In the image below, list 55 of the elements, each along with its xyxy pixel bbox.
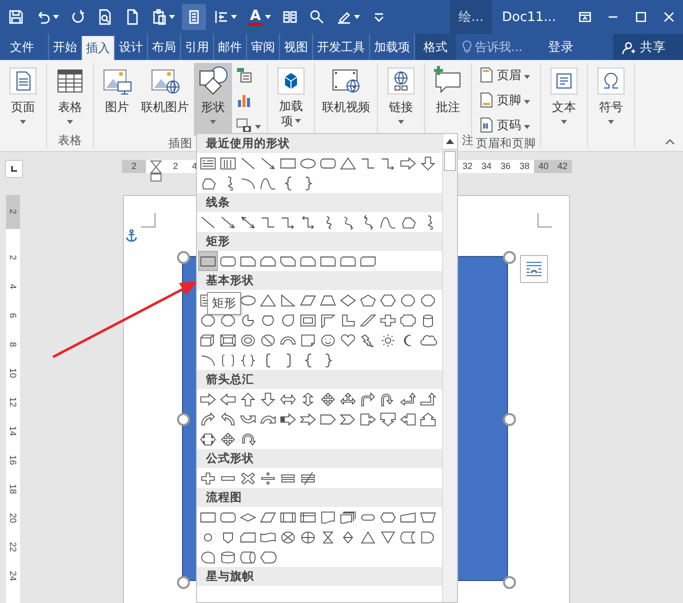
ruler-number: 22 — [7, 541, 19, 554]
ruler-number: 34 — [480, 160, 492, 173]
group-label: 插图 — [168, 136, 192, 151]
ruler-number: 2 — [172, 160, 179, 173]
ruler-number: 38 — [518, 160, 530, 173]
gallery-section-header: 星与旗帜 — [197, 567, 442, 586]
comment-button[interactable]: 批注 — [429, 63, 467, 133]
gallery-section-header: 箭头总汇 — [197, 370, 442, 389]
ruler-number: 32 — [461, 160, 474, 173]
share-button[interactable]: 共享 — [613, 34, 683, 60]
page-number-button[interactable]: 页码 — [476, 114, 532, 136]
text-box-button[interactable]: 文本 — [545, 63, 583, 148]
gallery-section-header: 最近使用的形状 — [197, 134, 442, 153]
ruler-number: 12 — [7, 396, 19, 410]
group-label: 表格 — [58, 133, 82, 148]
ruler-number: 2 — [122, 160, 146, 173]
ruler-number: 36 — [499, 160, 512, 173]
ruler-number: 20 — [7, 512, 19, 526]
ruler-number: 6 — [7, 312, 19, 320]
ruler-number: 18 — [7, 483, 19, 496]
ruler-number: 14 — [7, 425, 19, 438]
ruler-number: 2 — [7, 254, 19, 262]
ruler-number: 16 — [7, 454, 19, 468]
ruler-number: 10 — [7, 367, 19, 380]
group-label: 注 — [462, 133, 474, 148]
tooltip: 矩形 — [207, 292, 241, 315]
ribbon-tab[interactable]: 文件 — [0, 34, 48, 60]
ruler-number: 42 — [553, 160, 572, 173]
online-picture-button[interactable]: 联机图片 — [138, 63, 192, 136]
ruler-number: 40 — [534, 160, 553, 173]
ruler-number: 24 — [7, 570, 19, 584]
document-title: Doc11... — [501, 8, 556, 26]
ruler-number: 2 — [6, 195, 20, 229]
tell-me-field[interactable]: 告诉我... — [475, 40, 537, 54]
gallery-section-header: 矩形 — [197, 232, 442, 251]
ruler-number: 8 — [7, 340, 19, 349]
ribbon-tab[interactable]: 插入 — [81, 36, 114, 60]
sign-in-link[interactable]: 登录 — [540, 34, 582, 60]
picture-button[interactable]: 图片 — [98, 63, 136, 136]
table-button[interactable]: 表格 — [51, 63, 89, 133]
gallery-section-header: 流程图 — [197, 488, 442, 507]
header-button[interactable]: 页眉 — [476, 64, 532, 86]
shapes-button[interactable]: 形状 — [194, 63, 232, 136]
font-color-button[interactable]: A — [244, 4, 275, 30]
page-button[interactable]: 页面 — [4, 63, 42, 148]
ruler-number: 4 — [190, 160, 198, 173]
ruler-number: 4 — [7, 282, 19, 291]
gallery-section-header: 公式形状 — [197, 449, 442, 468]
gallery-section-header: 基本形状 — [197, 271, 442, 290]
gallery-section-header: 线条 — [197, 193, 442, 212]
group-label: 页眉和页脚 — [476, 136, 536, 151]
ribbon-tab[interactable]: 格式 — [414, 34, 456, 60]
omega-button[interactable]: 符号 — [592, 63, 630, 148]
contextual-tab-title: 绘... — [450, 0, 492, 34]
footer-button[interactable]: 页脚 — [476, 89, 532, 111]
